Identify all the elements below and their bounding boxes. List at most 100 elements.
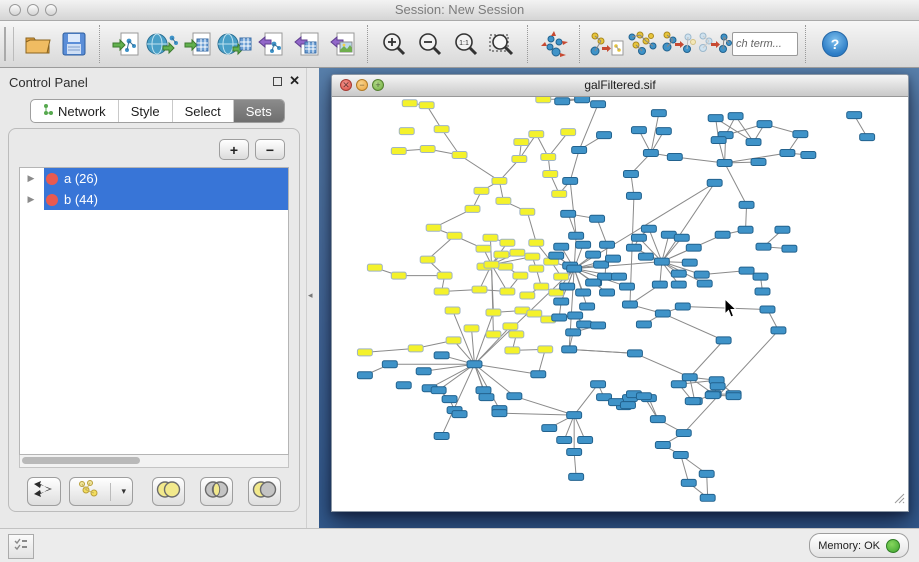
graph-node[interactable] xyxy=(780,150,795,157)
graph-node[interactable] xyxy=(420,256,435,263)
graph-node[interactable] xyxy=(483,234,498,241)
graph-node[interactable] xyxy=(636,393,651,400)
graph-node[interactable] xyxy=(486,309,501,316)
graph-node[interactable] xyxy=(623,170,638,177)
graph-node[interactable] xyxy=(447,232,462,239)
tab-network[interactable]: Network xyxy=(31,100,119,122)
graph-node[interactable] xyxy=(431,387,446,394)
graph-node[interactable] xyxy=(606,255,621,262)
zoom-selected-region-button[interactable] xyxy=(484,25,520,63)
graph-node[interactable] xyxy=(655,310,670,317)
graph-node[interactable] xyxy=(697,280,712,287)
set-row-a[interactable]: ▶ a (26) xyxy=(20,168,288,189)
resize-grip-icon[interactable] xyxy=(893,491,905,509)
graph-node[interactable] xyxy=(505,347,520,354)
graph-node[interactable] xyxy=(738,226,753,233)
graph-node[interactable] xyxy=(569,232,584,239)
graph-node[interactable] xyxy=(671,270,686,277)
graph-node[interactable] xyxy=(496,197,511,204)
save-session-button[interactable] xyxy=(56,25,92,63)
graph-node[interactable] xyxy=(572,147,587,154)
graph-node[interactable] xyxy=(626,192,641,199)
graph-node[interactable] xyxy=(566,329,581,336)
network-view-frame[interactable]: ✕ − + galFiltered.sif xyxy=(331,74,909,512)
graph-node[interactable] xyxy=(716,337,731,344)
graph-node[interactable] xyxy=(654,258,669,265)
intersect-sets-button[interactable] xyxy=(200,477,233,506)
graph-node[interactable] xyxy=(567,412,582,419)
expand-triangle-icon[interactable]: ▶ xyxy=(20,173,42,184)
tab-style[interactable]: Style xyxy=(119,100,173,122)
graph-node[interactable] xyxy=(416,368,431,375)
graph-node[interactable] xyxy=(620,402,635,409)
graph-node[interactable] xyxy=(699,470,714,477)
graph-node[interactable] xyxy=(655,442,670,449)
graph-node[interactable] xyxy=(507,393,522,400)
graph-node[interactable] xyxy=(465,205,480,212)
graph-node[interactable] xyxy=(434,352,449,359)
toolbar-grip[interactable] xyxy=(4,27,14,61)
graph-node[interactable] xyxy=(452,411,467,418)
graph-node[interactable] xyxy=(420,146,435,153)
apply-layout-button[interactable] xyxy=(536,25,572,63)
close-panel-button[interactable]: ✕ xyxy=(289,73,300,89)
graph-node[interactable] xyxy=(562,346,577,353)
graph-node[interactable] xyxy=(715,231,730,238)
graph-node[interactable] xyxy=(576,289,591,296)
graph-node[interactable] xyxy=(527,310,542,317)
graph-node[interactable] xyxy=(674,234,689,241)
import-network-web-button[interactable] xyxy=(144,25,180,63)
graph-node[interactable] xyxy=(651,110,666,117)
graph-node[interactable] xyxy=(686,244,701,251)
graph-node[interactable] xyxy=(561,210,576,217)
graph-node[interactable] xyxy=(434,288,449,295)
split-sets-button[interactable] xyxy=(27,477,61,506)
import-network-file-button[interactable] xyxy=(108,25,144,63)
graph-node[interactable] xyxy=(426,224,441,231)
graph-node[interactable] xyxy=(631,234,646,241)
import-table-web-button[interactable] xyxy=(216,25,252,63)
help-button[interactable]: ? xyxy=(822,31,848,57)
tab-select[interactable]: Select xyxy=(173,100,234,122)
graph-node[interactable] xyxy=(739,201,754,208)
graph-node[interactable] xyxy=(552,314,567,321)
graph-node[interactable] xyxy=(591,381,606,388)
graph-node[interactable] xyxy=(705,392,720,399)
graph-node[interactable] xyxy=(536,97,551,103)
graph-node[interactable] xyxy=(434,433,449,440)
graph-node[interactable] xyxy=(514,139,529,146)
graph-node[interactable] xyxy=(442,396,457,403)
graph-node[interactable] xyxy=(755,288,770,295)
graph-node[interactable] xyxy=(757,121,772,128)
copy-network-view-button[interactable] xyxy=(588,25,624,63)
graph-node[interactable] xyxy=(541,154,556,161)
union-sets-button[interactable] xyxy=(152,477,185,506)
graph-node[interactable] xyxy=(717,160,732,167)
graph-node[interactable] xyxy=(494,251,509,258)
graph-node[interactable] xyxy=(567,448,582,455)
remove-set-button[interactable]: − xyxy=(255,139,285,160)
graph-node[interactable] xyxy=(728,113,743,120)
graph-node[interactable] xyxy=(751,159,766,166)
graph-node[interactable] xyxy=(509,331,524,338)
graph-node[interactable] xyxy=(357,349,372,356)
graph-node[interactable] xyxy=(563,177,578,184)
graph-node[interactable] xyxy=(600,289,615,296)
graph-node[interactable] xyxy=(552,190,567,197)
horizontal-scrollbar[interactable] xyxy=(19,455,289,468)
graph-node[interactable] xyxy=(622,301,637,308)
graph-node[interactable] xyxy=(860,134,875,141)
graph-node[interactable] xyxy=(391,272,406,279)
chevron-down-icon[interactable]: ▾ xyxy=(121,486,126,497)
graph-node[interactable] xyxy=(531,371,546,378)
graph-node[interactable] xyxy=(682,259,697,266)
collapse-panel-arrow[interactable]: ◂ xyxy=(308,290,313,301)
graph-node[interactable] xyxy=(641,225,656,232)
graph-node[interactable] xyxy=(739,267,754,274)
graph-node[interactable] xyxy=(510,249,525,256)
graph-node[interactable] xyxy=(775,226,790,233)
graph-node[interactable] xyxy=(484,261,499,268)
graph-node[interactable] xyxy=(576,241,591,248)
graph-node[interactable] xyxy=(437,272,452,279)
graph-node[interactable] xyxy=(591,101,606,108)
